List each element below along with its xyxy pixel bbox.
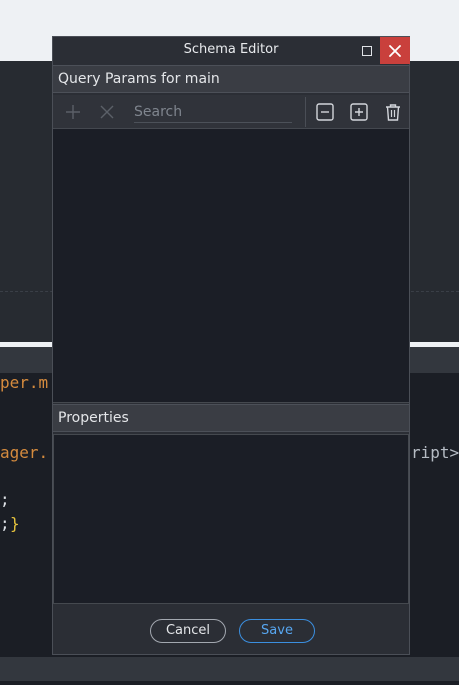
- x-icon: [100, 105, 114, 118]
- save-button[interactable]: Save: [239, 619, 315, 643]
- code-fragment: ript>: [411, 443, 459, 462]
- properties-panel[interactable]: [53, 434, 409, 604]
- maximize-button[interactable]: [354, 37, 380, 64]
- properties-header: Properties: [53, 404, 409, 432]
- dialog-footer: Cancel Save: [53, 604, 409, 654]
- collapse-all-button[interactable]: [310, 95, 340, 128]
- plus-square-icon: [350, 102, 368, 121]
- code-fragment: ;: [0, 514, 10, 533]
- background-bottom-strip: [0, 681, 459, 685]
- code-fragment: ;: [0, 490, 10, 509]
- maximize-icon: [362, 45, 372, 56]
- code-fragment: per.m: [0, 373, 49, 392]
- schema-editor-dialog: Schema Editor Query Params for main Sear…: [52, 36, 410, 655]
- dialog-titlebar[interactable]: Schema Editor: [53, 37, 410, 65]
- close-button[interactable]: [380, 37, 410, 64]
- add-param-button[interactable]: [58, 95, 88, 128]
- trash-icon: [386, 103, 400, 121]
- minus-square-icon: [316, 102, 334, 121]
- close-icon: [389, 44, 401, 57]
- background-status-bar: [0, 657, 459, 681]
- code-fragment: ager.: [0, 443, 49, 462]
- expand-all-button[interactable]: [344, 95, 374, 128]
- query-params-header: Query Params for main: [53, 65, 409, 93]
- code-fragment: }: [10, 514, 20, 533]
- cancel-button[interactable]: Cancel: [150, 619, 226, 643]
- remove-param-button[interactable]: [92, 95, 122, 128]
- query-params-list[interactable]: [53, 129, 409, 403]
- query-params-toolbar: [53, 95, 409, 129]
- search-input[interactable]: [134, 102, 292, 123]
- plus-icon: [66, 104, 80, 119]
- delete-button[interactable]: [378, 95, 408, 128]
- toolbar-separator: [305, 97, 306, 127]
